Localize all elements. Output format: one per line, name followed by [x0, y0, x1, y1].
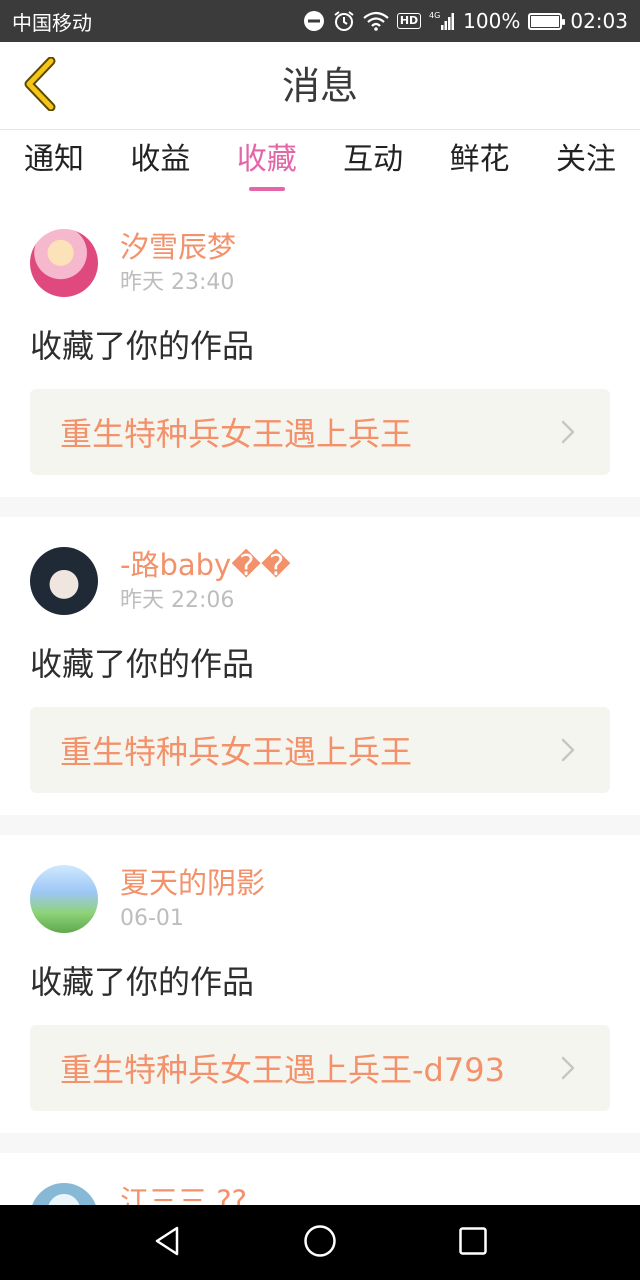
tab-label: 互动 — [343, 142, 404, 177]
alarm-icon — [333, 10, 355, 32]
user-info: 江三三 ?? — [120, 1183, 247, 1205]
work-title: 重生特种兵女王遇上兵王-d793 — [60, 1051, 505, 1089]
avatar[interactable] — [30, 229, 98, 297]
wifi-icon — [363, 11, 389, 31]
system-nav-bar — [0, 1205, 640, 1280]
avatar[interactable] — [30, 1183, 98, 1205]
triangle-back-icon — [152, 1225, 182, 1261]
feed-item-header: 江三三 ?? — [30, 1183, 610, 1205]
header: 消息 — [0, 42, 640, 130]
feed-item: 夏天的阴影 06-01 收藏了你的作品 重生特种兵女王遇上兵王-d793 — [0, 835, 640, 1133]
tab-interactions[interactable]: 互动 — [343, 131, 403, 199]
battery-percent: 100% — [463, 9, 521, 33]
status-icons: HD 4G 100% 02:03 — [303, 9, 628, 33]
tab-label: 收益 — [130, 142, 191, 177]
feed-item-header: 夏天的阴影 06-01 — [30, 865, 610, 937]
action-text: 收藏了你的作品 — [30, 327, 255, 365]
tab-follows[interactable]: 关注 — [556, 131, 616, 199]
work-title: 重生特种兵女王遇上兵王 — [60, 733, 413, 771]
network-type-label: 4G — [429, 11, 440, 20]
clock: 02:03 — [570, 9, 628, 33]
feed-item: 江三三 ?? — [0, 1153, 640, 1205]
username[interactable]: 汐雪辰梦 — [120, 229, 236, 265]
tab-bar: 通知 收益 收藏 互动 鲜花 关注 — [0, 131, 640, 199]
square-recents-icon — [458, 1226, 488, 1260]
tab-label: 鲜花 — [449, 142, 510, 177]
tab-label: 通知 — [24, 142, 84, 177]
tab-earnings[interactable]: 收益 — [130, 131, 190, 199]
user-info: 汐雪辰梦 昨天 23:40 — [120, 229, 236, 299]
active-tab-indicator — [248, 187, 285, 191]
nav-home-button[interactable] — [290, 1213, 350, 1273]
work-link[interactable]: 重生特种兵女王遇上兵王-d793 — [30, 1025, 610, 1111]
username[interactable]: 江三三 ?? — [120, 1183, 247, 1205]
circle-home-icon — [303, 1224, 337, 1262]
action-text: 收藏了你的作品 — [30, 963, 255, 1001]
favorites-feed[interactable]: 汐雪辰梦 昨天 23:40 收藏了你的作品 重生特种兵女王遇上兵王 -路baby… — [0, 199, 640, 1205]
tab-flowers[interactable]: 鲜花 — [450, 131, 510, 199]
username[interactable]: -路baby�� — [120, 547, 291, 583]
nav-back-button[interactable] — [137, 1213, 197, 1273]
user-info: -路baby�� 昨天 22:06 — [120, 547, 291, 617]
carrier-label: 中国移动 — [12, 10, 92, 35]
do-not-disturb-icon — [303, 10, 325, 32]
signal-icon: 4G — [429, 10, 455, 32]
work-link[interactable]: 重生特种兵女王遇上兵王 — [30, 707, 610, 793]
timestamp: 昨天 23:40 — [120, 270, 235, 295]
tab-label: 关注 — [555, 142, 616, 177]
timestamp: 昨天 22:06 — [120, 588, 235, 613]
feed-item-header: 汐雪辰梦 昨天 23:40 — [30, 229, 610, 301]
user-info: 夏天的阴影 06-01 — [120, 865, 265, 935]
action-text: 收藏了你的作品 — [30, 645, 255, 683]
work-link[interactable]: 重生特种兵女王遇上兵王 — [30, 389, 610, 475]
feed-item-header: -路baby�� 昨天 22:06 — [30, 547, 610, 619]
nav-recents-button[interactable] — [443, 1213, 503, 1273]
status-bar: 中国移动 HD 4G 100% 02:03 — [0, 0, 640, 42]
tab-notifications[interactable]: 通知 — [24, 131, 84, 199]
chevron-right-icon — [560, 417, 580, 447]
tab-favorites[interactable]: 收藏 — [237, 131, 297, 199]
tab-label: 收藏 — [236, 142, 297, 177]
battery-icon — [528, 12, 566, 30]
timestamp: 06-01 — [120, 906, 184, 931]
work-title: 重生特种兵女王遇上兵王 — [60, 415, 413, 453]
feed-item: -路baby�� 昨天 22:06 收藏了你的作品 重生特种兵女王遇上兵王 — [0, 517, 640, 815]
avatar[interactable] — [30, 547, 98, 615]
avatar[interactable] — [30, 865, 98, 933]
hd-badge: HD — [396, 13, 422, 29]
chevron-right-icon — [560, 1053, 580, 1083]
feed-item: 汐雪辰梦 昨天 23:40 收藏了你的作品 重生特种兵女王遇上兵王 — [0, 199, 640, 497]
battery-fill — [531, 15, 560, 27]
page-title: 消息 — [281, 64, 358, 108]
username[interactable]: 夏天的阴影 — [120, 865, 265, 901]
chevron-right-icon — [560, 735, 580, 765]
